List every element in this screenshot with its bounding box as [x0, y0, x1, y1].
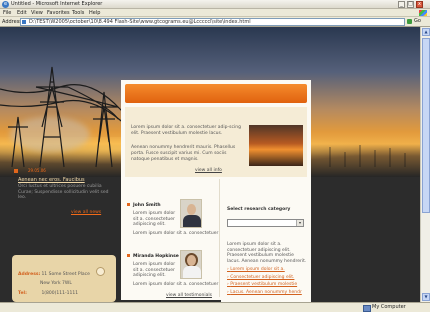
- address-row: Address: 11 Some Street Place: [18, 272, 90, 277]
- intro-paragraph-2: Aenean nonummy hendrerit mauris. Phasell…: [131, 145, 236, 162]
- research-heading: Select research category: [227, 207, 291, 212]
- minimize-button[interactable]: _: [398, 1, 405, 8]
- research-link[interactable]: Praesent vestibulum molestie: [227, 281, 302, 289]
- research-link[interactable]: Lacus. Aenean nonummy hendr: [227, 289, 302, 297]
- research-text: Lorem ipsum dolor sit a. consectetuer ad…: [227, 242, 307, 264]
- bullet-icon: [127, 203, 130, 206]
- news-date: 29.05.06: [28, 168, 46, 173]
- address-label: Address: [2, 19, 22, 25]
- ie-logo-icon: e: [2, 1, 9, 8]
- title-bar: e Untitled - Microsoft Internet Explorer…: [0, 0, 430, 9]
- industrial-photo: [249, 125, 303, 166]
- tel-row: Tel: 1(800)111-1111: [18, 291, 78, 296]
- news-title-link[interactable]: Aenean nec eros. Faucibus: [18, 177, 85, 183]
- menu-edit[interactable]: Edit: [17, 10, 27, 16]
- address-line-1: 11 Some Street Place: [41, 272, 90, 277]
- chevron-down-icon[interactable]: ▾: [296, 220, 303, 226]
- research-category-select[interactable]: ▾: [227, 219, 304, 227]
- address-label: Address:: [18, 272, 41, 277]
- status-bar: My Computer: [0, 302, 430, 312]
- address-bar: Address D:\TEST\W2005\october\10\8.494 F…: [0, 17, 430, 27]
- testimonial-footer: Lorem ipsum dolor sit a. consectetuer: [133, 231, 219, 236]
- windows-flag-icon: [419, 10, 427, 16]
- bullet-icon: [127, 254, 130, 257]
- research-links: Lorem ipsum dolor sit a. Consectetuer ad…: [227, 266, 302, 296]
- research-link[interactable]: Lorem ipsum dolor sit a.: [227, 266, 302, 274]
- testimonial-name: John Smith: [133, 203, 161, 208]
- contact-tag: Address: 11 Some Street Place New York 7…: [12, 255, 116, 302]
- testimonial-text: Lorem ipsum dolor sit a. consectetuer ad…: [133, 211, 176, 227]
- view-all-news-link[interactable]: view all news: [71, 210, 101, 215]
- column-divider: [219, 179, 220, 297]
- menu-tools[interactable]: Tools: [72, 10, 84, 16]
- scroll-down-icon[interactable]: ▼: [422, 293, 430, 301]
- tel-label: Tel:: [18, 291, 27, 296]
- maximize-button[interactable]: □: [407, 1, 414, 8]
- bullet-icon: [14, 169, 18, 173]
- research-panel: Select research category ▾ Lorem ipsum d…: [221, 202, 311, 302]
- header-banner: [125, 84, 307, 103]
- menu-view[interactable]: View: [31, 10, 43, 16]
- intro-box: Lorem ipsum dolor sit a. consectetuer ad…: [125, 107, 307, 177]
- tel-value: 1(800)111-1111: [41, 291, 79, 296]
- menu-bar: File Edit View Favorites Tools Help: [0, 9, 430, 17]
- scroll-up-icon[interactable]: ▲: [422, 28, 430, 36]
- testimonial-text: Lorem ipsum dolor sit a. consectetuer ad…: [133, 262, 176, 278]
- close-button[interactable]: x: [416, 1, 423, 8]
- security-zone: My Computer: [362, 304, 406, 312]
- view-all-testimonials-link[interactable]: view all testimonials: [166, 293, 212, 298]
- vertical-scrollbar[interactable]: ▲ ▼: [420, 27, 430, 302]
- testimonial-footer: Lorem ipsum dolor sit a. consectetuer: [133, 282, 219, 287]
- john-smith-photo: [180, 199, 202, 228]
- menu-help[interactable]: Help: [89, 10, 100, 16]
- scroll-thumb[interactable]: [422, 38, 430, 213]
- testimonial-name: Miranda Hopkinse: [133, 254, 179, 259]
- tag-hole-icon: [96, 267, 105, 276]
- menu-file[interactable]: File: [3, 10, 11, 16]
- go-button[interactable]: Go: [406, 18, 428, 26]
- window-title: Untitled - Microsoft Internet Explorer: [11, 1, 103, 7]
- menu-favorites[interactable]: Favorites: [47, 10, 70, 16]
- research-link[interactable]: Consectetuer adipiscing elit.: [227, 274, 302, 282]
- address-line-2: New York 7WL: [40, 281, 72, 286]
- news-body: Orci luctus et ultrices posuere cubilia …: [18, 184, 109, 200]
- intro-paragraph-1: Lorem ipsum dolor sit a. consectetuer ad…: [131, 125, 241, 136]
- view-all-info-link[interactable]: view all info: [195, 168, 222, 173]
- miranda-hopkinse-photo: [180, 250, 202, 279]
- page-icon: [22, 20, 26, 24]
- address-input[interactable]: D:\TEST\W2005\october\10\8.494 Flash-Sit…: [20, 18, 405, 26]
